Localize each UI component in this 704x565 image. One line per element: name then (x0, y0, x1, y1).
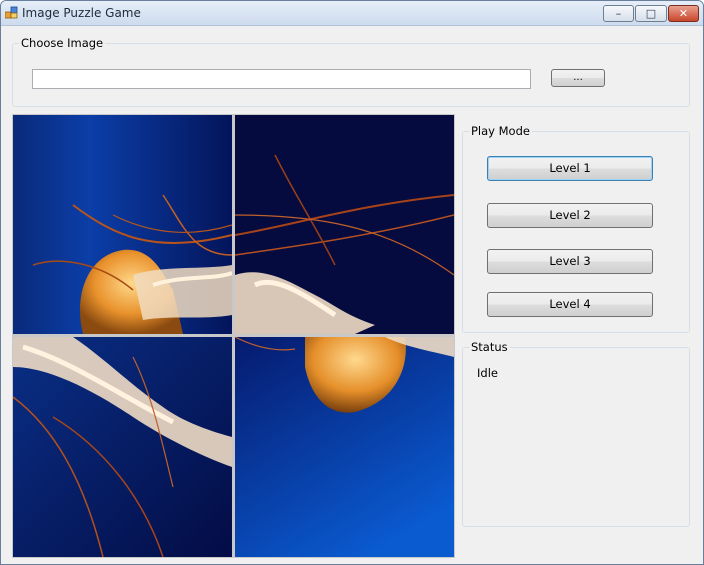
window-title: Image Puzzle Game (22, 6, 141, 20)
level-2-button[interactable]: Level 2 (487, 203, 653, 228)
puzzle-tile-1[interactable] (13, 115, 232, 334)
maximize-button[interactable]: □ (635, 5, 667, 22)
status-text: Idle (477, 366, 498, 380)
level-1-button[interactable]: Level 1 (487, 156, 653, 181)
tile-1-image (13, 115, 232, 334)
image-path-input[interactable] (32, 69, 531, 89)
choose-image-label: Choose Image (19, 36, 106, 50)
close-button[interactable]: ✕ (668, 5, 699, 22)
tile-2-image (235, 115, 454, 334)
status-label: Status (469, 340, 510, 354)
maximize-icon: □ (645, 7, 657, 20)
level-3-button[interactable]: Level 3 (487, 249, 653, 274)
title-bar[interactable]: Image Puzzle Game – □ ✕ (1, 1, 703, 26)
minimize-icon: – (615, 7, 622, 20)
level-4-button[interactable]: Level 4 (487, 292, 653, 317)
tile-4-image (235, 337, 454, 557)
puzzle-tile-2[interactable] (235, 115, 454, 334)
play-mode-label: Play Mode (469, 124, 532, 138)
puzzle-tile-3[interactable] (13, 337, 232, 557)
tile-3-image (13, 337, 232, 557)
app-icon (5, 6, 18, 19)
app-window: Image Puzzle Game – □ ✕ Choose Image ... (0, 0, 704, 565)
puzzle-tile-4[interactable] (235, 337, 454, 557)
browse-button[interactable]: ... (551, 69, 605, 87)
close-icon: ✕ (678, 7, 689, 20)
minimize-button[interactable]: – (603, 5, 634, 22)
puzzle-board (12, 114, 455, 558)
